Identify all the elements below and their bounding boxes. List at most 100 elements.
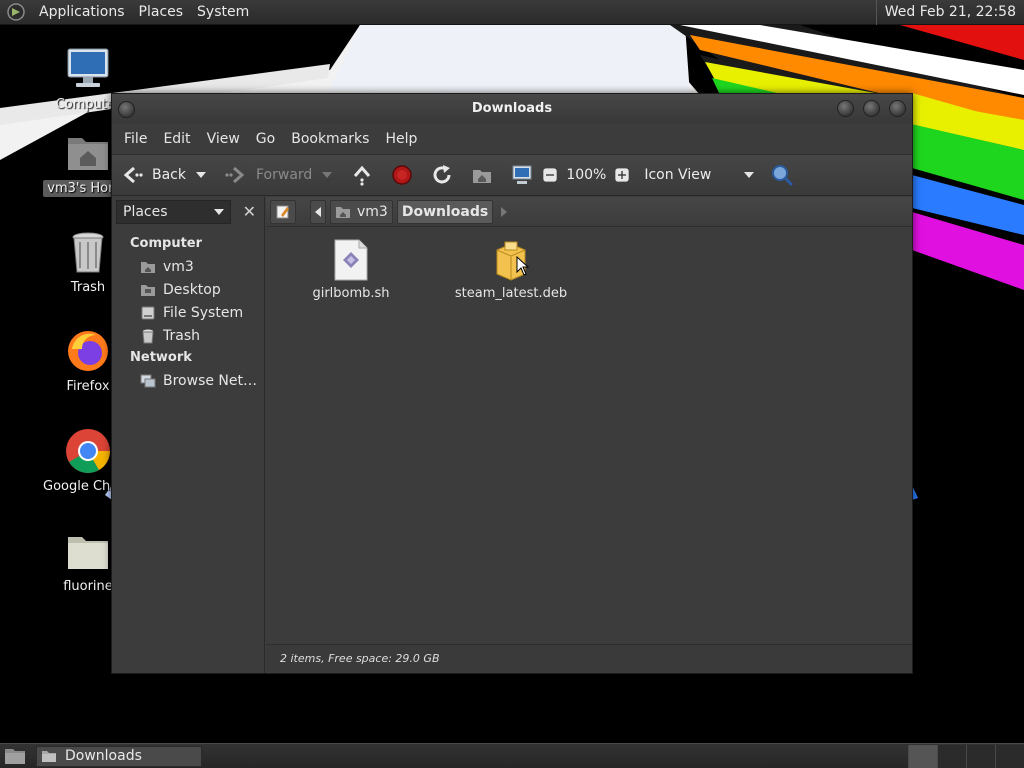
back-button[interactable]: Back [120,163,206,187]
zoom-in-icon[interactable] [614,167,630,183]
computer-icon[interactable] [510,163,534,187]
sidebar-type-label: Places [123,204,168,220]
forward-arrow-icon [225,166,245,184]
forward-history-dropdown-icon[interactable] [322,172,333,178]
file-manager-window: Downloads File Edit View Go Bookmarks He… [111,93,913,674]
path-scroll-left-button[interactable] [310,199,326,224]
sidebar-heading-network: Network [130,350,192,365]
menubar: File Edit View Go Bookmarks Help [112,124,912,154]
places-menu[interactable]: Places [132,0,191,25]
bottom-panel: Downloads [0,743,1024,768]
window-titlebar[interactable]: Downloads [112,94,912,124]
view-mode-select[interactable]: Icon View [636,167,755,183]
taskbar-item-downloads[interactable]: Downloads [36,745,202,767]
computer-icon [67,48,109,87]
sidebar-item-vm3[interactable]: vm3 [112,255,264,278]
menu-bookmarks[interactable]: Bookmarks [283,131,377,147]
firefox-icon [68,331,108,371]
arrow-right-icon [501,206,508,217]
sidebar-item-label: vm3 [163,258,194,275]
home-folder-icon [336,206,350,218]
file-item[interactable]: steam_latest.deb [446,238,576,301]
workspace-switcher [908,744,1024,768]
path-segment-label: vm3 [357,203,388,220]
sidebar-item-label: Browse Net… [163,372,258,389]
file-icon-view[interactable]: girlbomb.sh steam_latest.deb [266,228,912,642]
workspace-4[interactable] [995,744,1024,768]
menu-edit[interactable]: Edit [155,131,198,147]
sidebar-item-trash[interactable]: Trash [112,324,264,347]
back-label: Back [152,167,186,183]
file-item[interactable]: girlbomb.sh [286,238,416,301]
sidebar-item-file-system[interactable]: File System [112,301,264,324]
sidebar-heading-computer: Computer [130,236,203,251]
forward-label: Forward [256,167,313,183]
system-menu[interactable]: System [190,0,256,25]
maximize-button[interactable] [863,100,880,117]
trash-icon [72,232,104,273]
view-mode-dropdown-icon [744,172,755,178]
sidebar-type-select[interactable]: Places [116,200,231,224]
zoom-out-icon[interactable] [542,167,558,183]
search-icon[interactable] [770,163,794,187]
places-sidebar: Places ✕ Computer vm3 Desktop File Syste… [112,197,265,673]
taskbar-item-label: Downloads [65,748,142,764]
window-title: Downloads [471,101,553,116]
menu-file[interactable]: File [116,131,155,147]
status-bar: 2 items, Free space: 29.0 GB [266,644,912,672]
workspace-1[interactable] [908,744,937,768]
window-menu-button[interactable] [118,101,135,118]
sidebar-item-label: Desktop [163,281,221,298]
trash-icon [142,329,154,343]
view-mode-label: Icon View [644,167,712,183]
mouse-cursor-icon [516,256,530,276]
sidebar-item-desktop[interactable]: Desktop [112,278,264,301]
menu-view[interactable]: View [199,131,248,147]
forward-button[interactable]: Forward [224,163,333,187]
reload-icon[interactable] [430,163,454,187]
path-segment-downloads[interactable]: Downloads [396,199,494,224]
chrome-icon [66,429,110,473]
menu-go[interactable]: Go [248,131,283,147]
path-segment-label: Downloads [401,203,489,220]
minimize-button[interactable] [837,100,854,117]
script-file-icon [334,239,368,281]
close-button[interactable] [889,100,906,117]
file-name: girlbomb.sh [312,286,390,301]
top-panel: Applications Places System Wed Feb 21, 2… [0,0,1024,25]
show-desktop-icon[interactable] [2,745,28,767]
home-icon[interactable] [470,163,494,187]
workspace-2[interactable] [937,744,966,768]
network-icon [140,374,156,387]
sidebar-item-browse-network[interactable]: Browse Net… [112,369,264,392]
stop-icon[interactable] [390,163,414,187]
sidebar-item-label: Trash [163,327,200,344]
path-segment-vm3[interactable]: vm3 [330,199,393,224]
path-scroll-right-button[interactable] [497,200,511,224]
folder-icon [68,537,108,569]
file-name: steam_latest.deb [454,286,568,301]
distro-logo-icon[interactable] [6,2,26,22]
location-pathbar: vm3 Downloads [266,197,912,227]
sidebar-item-label: File System [163,304,244,321]
zoom-control[interactable]: 100% [542,167,630,183]
chevron-down-icon [213,209,224,215]
applications-menu[interactable]: Applications [32,0,132,25]
back-arrow-icon [123,166,143,184]
home-folder-icon [141,261,155,273]
drive-icon [141,306,155,319]
folder-icon [42,751,56,762]
arrow-left-icon [315,206,321,217]
toolbar: Back Forward 100% Icon View [112,154,912,196]
desktop-folder-icon [141,284,155,296]
toggle-location-entry-button[interactable] [270,199,296,224]
back-history-dropdown-icon[interactable] [196,172,206,178]
zoom-level: 100% [566,167,607,183]
edit-location-icon [276,205,289,218]
workspace-3[interactable] [966,744,995,768]
up-arrow-icon[interactable] [350,163,374,187]
close-sidebar-icon[interactable]: ✕ [239,201,260,223]
clock[interactable]: Wed Feb 21, 22:58 [875,0,1024,25]
home-folder-icon [68,138,108,170]
menu-help[interactable]: Help [377,131,425,147]
